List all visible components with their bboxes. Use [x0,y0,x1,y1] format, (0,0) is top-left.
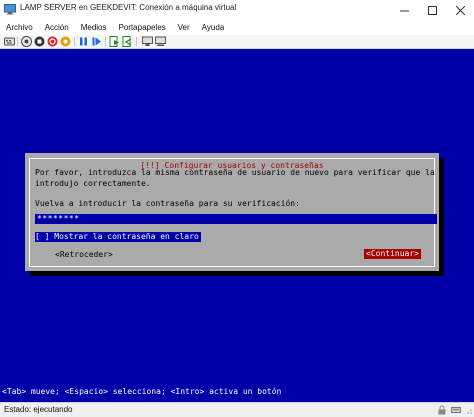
menu-accion[interactable]: Acción [39,23,75,32]
enhanced-session-icon[interactable] [142,36,153,47]
password-dialog: [!!] Configurar usuarios y contraseñas P… [25,153,439,271]
password-masked-value: ******** [37,214,80,223]
window-titlebar: LAMP SERVER en GEEKDEVIT: Conexión a máq… [0,0,474,21]
ctrl-alt-del-icon[interactable] [4,36,15,47]
start-icon[interactable] [21,36,32,47]
show-password-checkbox[interactable]: [ ] Mostrar la contraseña en claro [35,232,201,242]
minimize-icon [399,10,409,11]
maximize-button[interactable] [418,0,446,20]
toolbar-separator [105,37,106,46]
minimize-button[interactable] [390,0,418,20]
window-title: LAMP SERVER en GEEKDEVIT: Conexión a máq… [20,3,237,12]
revert-icon[interactable] [122,36,133,47]
password-prompt-label: Vuelva a introducir la contraseña para s… [35,199,300,208]
lock-icon [438,405,446,415]
status-bar: Estado: ejecutando [0,402,474,417]
toolbar-separator [17,37,18,46]
toolbar [0,35,474,49]
toolbar-separator [136,37,137,46]
checkpoint-icon[interactable] [109,36,120,47]
shutdown-icon[interactable] [47,36,58,47]
password-verify-input[interactable]: ******** [35,214,437,224]
close-button[interactable] [446,0,474,20]
menu-ver[interactable]: Ver [172,23,196,32]
keyboard-hint: <Tab> mueve; <Espacio> selecciona; <Intr… [2,387,282,396]
toolbar-separator [74,37,75,46]
vm-connection-icon [4,4,16,15]
continue-button[interactable]: <Continuar> [364,249,421,259]
dialog-message-line-1: Por favor, introduzca la misma contraseñ… [35,168,435,177]
pause-icon[interactable] [78,36,89,47]
share-icon[interactable] [155,36,166,47]
vm-console-screen[interactable]: [!!] Configurar usuarios y contraseñas P… [0,49,474,402]
menu-bar: Archivo Acción Medios Portapapeles Ver A… [0,20,474,35]
menu-medios[interactable]: Medios [75,23,113,32]
menu-ayuda[interactable]: Ayuda [196,23,231,32]
status-text: Estado: ejecutando [4,405,73,414]
close-icon [455,5,465,15]
save-state-icon[interactable] [60,36,71,47]
maximize-icon [427,5,437,15]
menu-archivo[interactable]: Archivo [0,23,39,32]
resize-grip-icon[interactable] [463,405,473,415]
turn-off-icon[interactable] [34,36,45,47]
back-button[interactable]: <Retroceder> [55,250,113,259]
dialog-message-line-2: introdujo correctamente. [35,179,151,188]
reset-icon[interactable] [91,36,102,47]
keyboard-icon [451,407,461,413]
menu-portapapeles[interactable]: Portapapeles [113,23,172,32]
